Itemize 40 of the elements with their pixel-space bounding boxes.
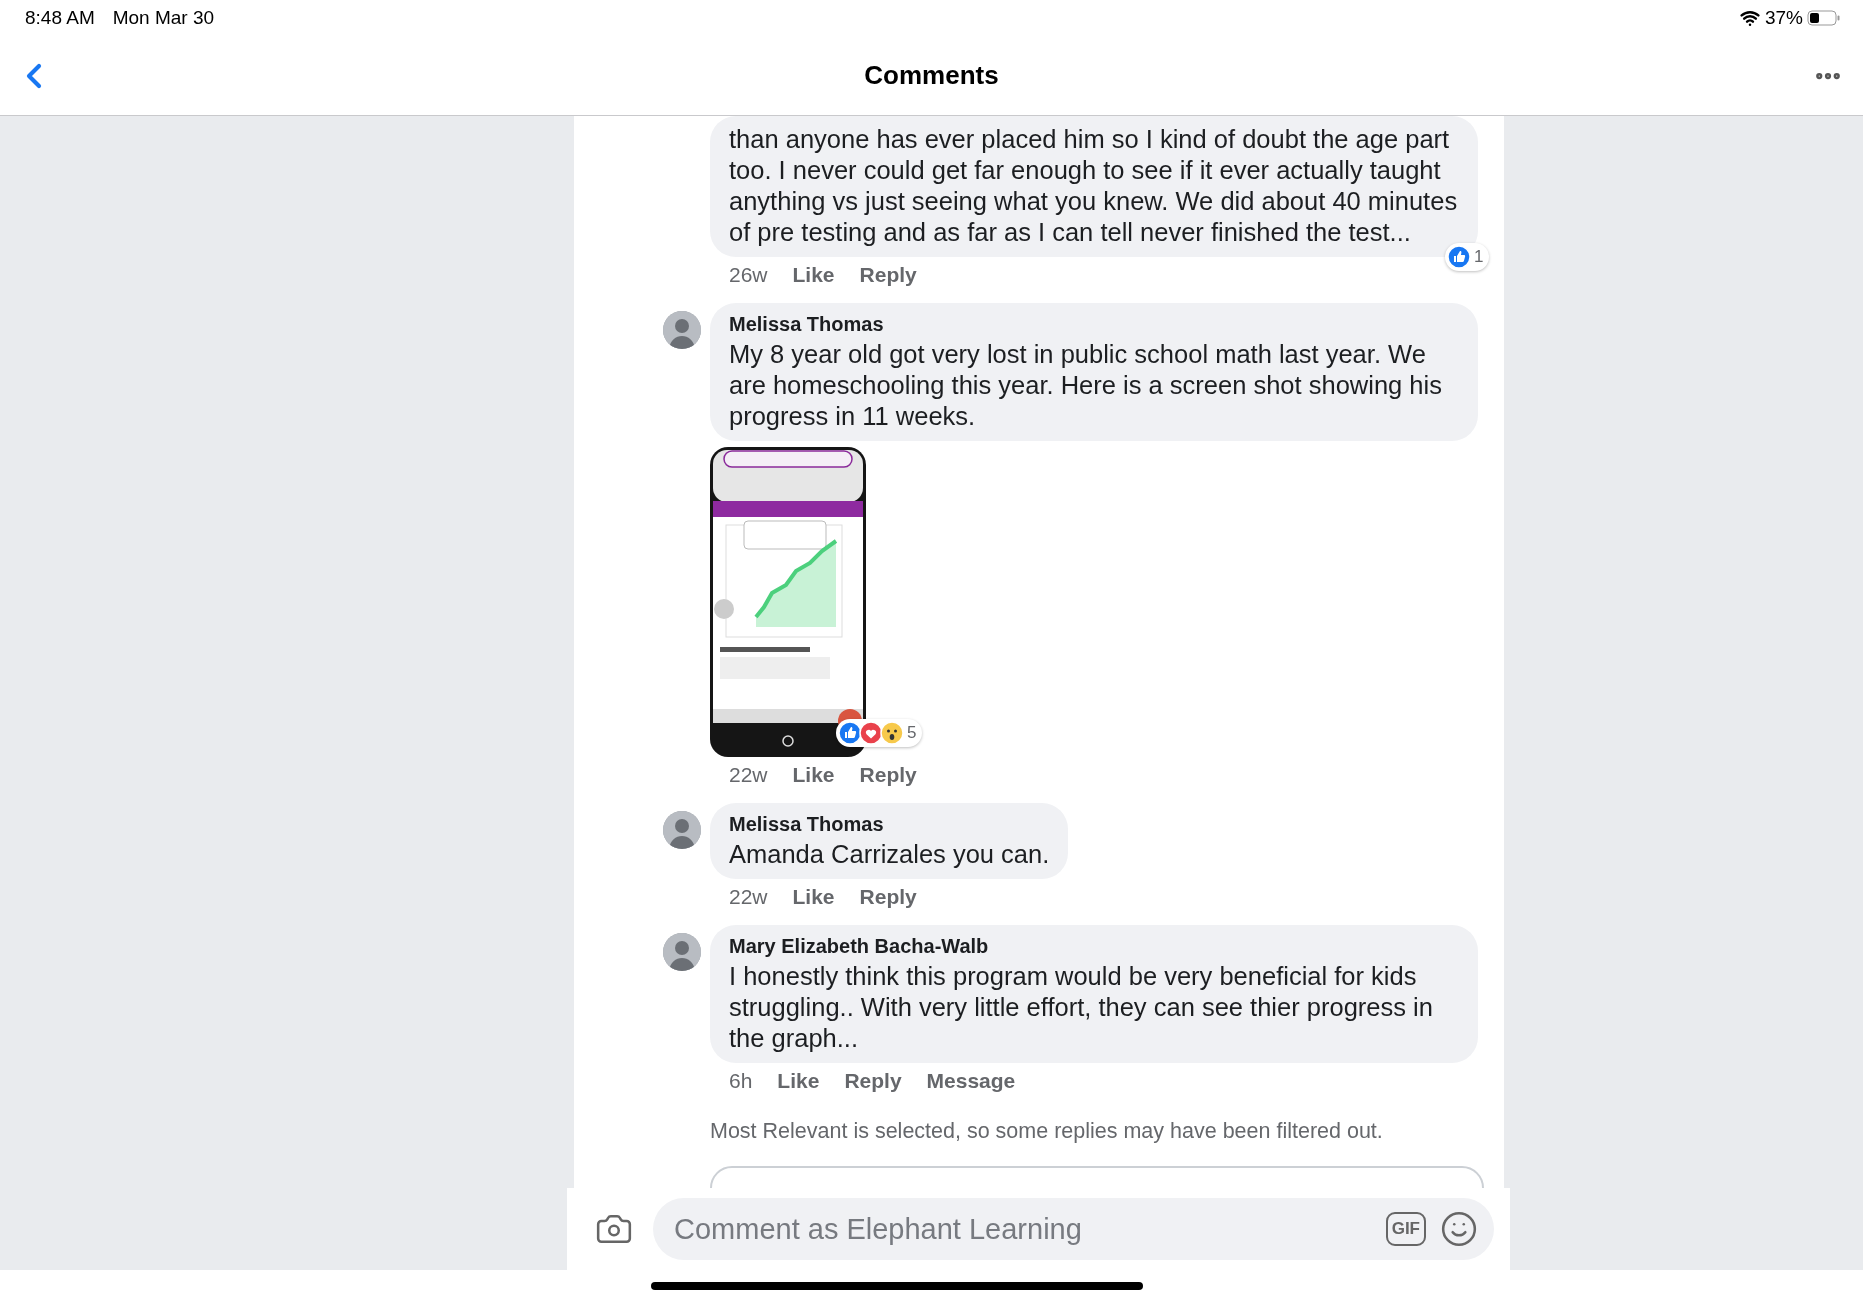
reaction-badge[interactable]: 1 [1445, 243, 1490, 271]
comment-action-link[interactable]: Reply [859, 263, 917, 287]
comment-time: 22w [729, 763, 768, 787]
filter-note: Most Relevant is selected, so some replies may have been filtered out. [710, 1119, 1384, 1144]
comment-text: I honestly think this program would be very beneficial for kids struggling.. With very little effort, they can see thier progress in the graph... [729, 961, 1434, 1054]
thumbs-up-icon [838, 721, 862, 745]
gif-button[interactable]: GIF [1385, 1212, 1426, 1246]
comment-action-link[interactable]: Message [926, 1069, 1016, 1093]
comment-action-link[interactable]: Like [792, 885, 835, 909]
clock: 8:48 AM [25, 7, 95, 29]
comment-time: 22w [729, 885, 768, 909]
comment-action-link[interactable]: Reply [859, 763, 917, 787]
battery-icon [1807, 10, 1841, 26]
comment-action-link[interactable]: Like [792, 763, 835, 787]
comment-action-link[interactable]: Like [792, 263, 835, 287]
avatar[interactable] [663, 933, 701, 971]
comment-action-link[interactable]: Like [777, 1069, 820, 1093]
author-name[interactable]: Melissa Thomas [729, 313, 1459, 336]
reaction-badge[interactable]: 5 [836, 719, 923, 747]
date: Mon Mar 30 [112, 7, 215, 29]
comment-action-link[interactable]: Reply [859, 885, 917, 909]
thumbs-up-icon [1447, 245, 1471, 269]
author-name[interactable]: Melissa Thomas [729, 813, 1050, 836]
wifi-icon [1739, 8, 1760, 28]
battery-percent: 37% [1764, 7, 1803, 29]
page-title: Comments [864, 60, 999, 91]
home-indicator[interactable] [650, 1281, 1143, 1290]
surprised-emoji-icon [880, 721, 904, 745]
comment-action-link[interactable]: Reply [844, 1069, 902, 1093]
comment-time: 6h [729, 1069, 753, 1093]
comment-text: Amanda Carrizales you can. [729, 839, 1050, 870]
comment-text: My 8 year old got very lost in public school math last year. We are homeschooling this year. Here is a screen shot showing his progress in 11 weeks. [729, 339, 1443, 432]
reaction-count: 1 [1474, 247, 1484, 267]
comment-time: 26w [729, 263, 768, 287]
avatar[interactable] [663, 811, 701, 849]
author-name[interactable]: Mary Elizabeth Bacha-Walb [729, 935, 1459, 958]
avatar[interactable] [663, 311, 701, 349]
emoji-button[interactable] [1440, 1210, 1478, 1248]
reaction-count: 5 [907, 723, 917, 743]
comment-field[interactable]: Comment as Elephant Learning GIF [653, 1198, 1494, 1260]
